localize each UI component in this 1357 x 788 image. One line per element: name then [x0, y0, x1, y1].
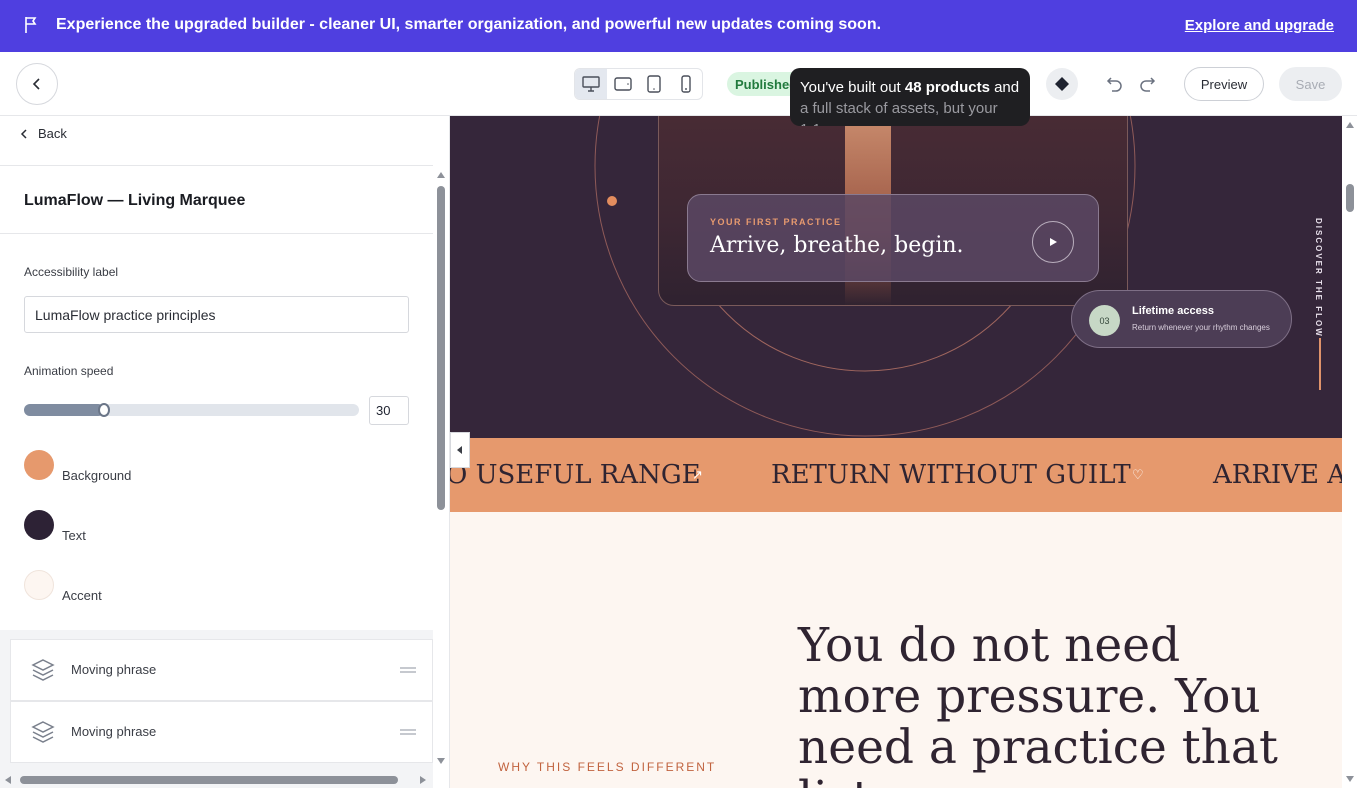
tablet-landscape-icon	[613, 77, 632, 91]
lifetime-access-card: 03 Lifetime access Return whenever your …	[1071, 290, 1292, 348]
editor-toolbar: Published You've built out 48 products a…	[0, 52, 1357, 126]
accessibility-label-input[interactable]: LumaFlow practice principles	[24, 296, 409, 333]
text-color-label: Text	[62, 528, 86, 543]
caret-left-icon	[457, 446, 462, 454]
list-item-label: Moving phrase	[71, 662, 157, 677]
preview-button[interactable]: Preview	[1184, 67, 1264, 101]
list-item-label: Moving phrase	[71, 724, 157, 739]
discover-flow-label: DISCOVER THE FLOW	[1314, 218, 1323, 338]
practice-heading: Arrive, breathe, begin.	[710, 233, 964, 258]
tooltip-line-2: a full stack of assets, but your 1:1	[800, 100, 998, 126]
accent-color-swatch[interactable]	[24, 570, 54, 600]
collapse-panel-button[interactable]	[450, 432, 470, 468]
practice-card: YOUR FIRST PRACTICE Arrive, breathe, beg…	[687, 194, 1099, 282]
panel-title: LumaFlow — Living Marquee	[24, 192, 246, 209]
scroll-down-icon[interactable]	[1344, 774, 1356, 784]
mobile-view-button[interactable]	[670, 69, 702, 99]
practice-kicker: YOUR FIRST PRACTICE	[710, 217, 842, 227]
panel-vertical-scrollbar[interactable]	[435, 168, 447, 768]
divider	[0, 165, 433, 166]
page-canvas: YOUR FIRST PRACTICE Arrive, breathe, beg…	[450, 116, 1342, 788]
scroll-up-icon[interactable]	[435, 170, 447, 180]
text-color-swatch[interactable]	[24, 510, 54, 540]
animation-speed-input[interactable]: 30	[369, 396, 409, 425]
upgrade-tooltip: You've built out 48 products and a full …	[790, 68, 1030, 126]
list-item[interactable]: Moving phrase	[10, 639, 433, 701]
drag-handle-icon[interactable]	[400, 667, 416, 673]
accent-color-label: Accent	[62, 588, 102, 603]
scrollbar-thumb[interactable]	[20, 776, 398, 784]
canvas-vertical-scrollbar[interactable]	[1342, 116, 1357, 788]
panel-horizontal-scrollbar[interactable]	[0, 772, 433, 786]
save-button[interactable]: Save	[1279, 67, 1342, 101]
play-button[interactable]	[1032, 221, 1074, 263]
chevron-left-icon	[20, 128, 27, 139]
scroll-left-icon[interactable]	[3, 774, 13, 786]
list-item[interactable]: Moving phrase	[10, 701, 433, 763]
scroll-down-icon[interactable]	[435, 756, 447, 766]
announcement-banner: Experience the upgraded builder - cleane…	[0, 0, 1357, 52]
ai-assist-button[interactable]	[1046, 68, 1078, 100]
living-marquee: O USEFUL RANGE ↗ RETURN WITHOUT GUILT ♡ …	[450, 438, 1342, 512]
accessibility-label-heading: Accessibility label	[24, 265, 119, 279]
tooltip-line-1: You've built out 48 products and	[800, 79, 1020, 96]
flag-icon	[25, 17, 37, 33]
drag-handle-icon[interactable]	[400, 729, 416, 735]
back-button[interactable]	[16, 63, 58, 105]
tablet-landscape-view-button[interactable]	[607, 69, 639, 99]
hero-section: YOUR FIRST PRACTICE Arrive, breathe, beg…	[450, 116, 1342, 438]
device-switcher	[574, 68, 703, 100]
animation-speed-slider[interactable]	[24, 403, 359, 417]
background-color-label: Background	[62, 468, 132, 483]
undo-icon[interactable]	[1106, 74, 1124, 92]
marquee-phrase: O USEFUL RANGE	[450, 460, 701, 490]
diamond-icon	[1055, 77, 1069, 91]
animation-speed-heading: Animation speed	[24, 364, 114, 378]
section-heading: You do not need more pressure. You need …	[798, 618, 1278, 788]
vertical-accent-line	[1319, 338, 1321, 390]
play-icon	[1050, 238, 1057, 246]
divider	[0, 233, 433, 234]
access-title: Lifetime access	[1132, 305, 1214, 317]
phrase-list: Moving phrase Moving phrase	[0, 630, 433, 788]
desktop-view-button[interactable]	[575, 69, 607, 99]
scrollbar-thumb[interactable]	[1346, 184, 1354, 212]
banner-message: Experience the upgraded builder - cleane…	[56, 16, 882, 33]
accent-dot	[607, 196, 617, 206]
tablet-portrait-view-button[interactable]	[639, 69, 671, 99]
chevron-left-icon	[32, 78, 40, 90]
layers-icon	[31, 659, 55, 681]
mobile-icon	[681, 75, 691, 93]
back-label: Back	[38, 126, 67, 141]
layers-icon	[31, 721, 55, 743]
explore-upgrade-link[interactable]: Explore and upgrade	[1185, 17, 1334, 34]
desktop-icon	[582, 76, 600, 92]
scrollbar-thumb[interactable]	[437, 186, 445, 510]
slider-fill	[24, 404, 104, 416]
marquee-phrase: RETURN WITHOUT GUILT	[771, 460, 1131, 490]
settings-panel: Back LumaFlow — Living Marquee Accessibi…	[0, 116, 450, 788]
heart-icon: ♡	[1132, 468, 1144, 483]
access-subtitle: Return whenever your rhythm changes	[1132, 323, 1270, 332]
scroll-up-icon[interactable]	[1344, 120, 1356, 130]
marquee-phrase: ARRIVE AS	[1213, 460, 1342, 490]
arrow-icon: ↗	[692, 468, 703, 483]
panel-back-link[interactable]: Back	[20, 126, 67, 141]
redo-icon[interactable]	[1138, 74, 1156, 92]
why-different-kicker: WHY THIS FEELS DIFFERENT	[498, 760, 717, 774]
background-color-swatch[interactable]	[24, 450, 54, 480]
access-badge: 03	[1089, 305, 1120, 336]
scroll-right-icon[interactable]	[418, 774, 428, 786]
tablet-portrait-icon	[647, 75, 662, 93]
slider-thumb[interactable]	[98, 403, 110, 417]
